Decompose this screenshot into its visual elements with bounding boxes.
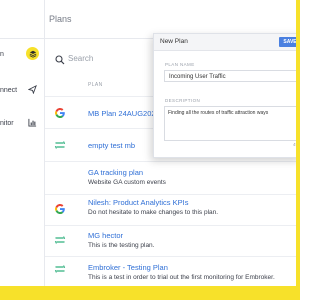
page-title: Plans bbox=[49, 14, 72, 24]
plan-description: This is a test in order to trial out the… bbox=[88, 274, 275, 281]
app-window: n nnect nitor Plans Search PLAN MB Plan … bbox=[0, 0, 300, 300]
sidebar-divider bbox=[0, 38, 44, 39]
plan-name-label: PLAN NAME bbox=[165, 62, 195, 67]
sidebar: n nnect nitor bbox=[0, 0, 45, 286]
sidebar-item-label: n bbox=[0, 51, 4, 58]
plan-description: This is the testing plan. bbox=[88, 242, 155, 249]
accent-border-right bbox=[296, 0, 300, 286]
search-icon[interactable] bbox=[55, 52, 65, 65]
plan-name[interactable]: MB Plan 24AUG2022 bbox=[88, 109, 160, 118]
send-icon bbox=[26, 83, 38, 95]
plan-name[interactable]: Embroker - Testing Plan bbox=[88, 263, 168, 272]
description-label: DESCRIPTION bbox=[165, 98, 201, 103]
table-row[interactable]: GA tracking plan Website GA custom event… bbox=[45, 162, 300, 194]
new-plan-modal: New Plan SAVE PLAN NAME Incoming User Tr… bbox=[153, 33, 300, 158]
table-row[interactable]: Nilesh: Product Analytics KPIs Do not he… bbox=[45, 195, 300, 225]
plan-column-header: PLAN bbox=[88, 82, 103, 88]
modal-header: New Plan SAVE bbox=[154, 34, 300, 51]
plan-description: Do not hesitate to make changes to this … bbox=[88, 209, 219, 216]
table-row[interactable]: MG hector This is the testing plan. bbox=[45, 226, 300, 256]
bar-chart-icon bbox=[26, 116, 38, 128]
plan-name-field[interactable]: Incoming User Traffic bbox=[164, 70, 300, 82]
google-icon bbox=[54, 107, 66, 119]
accent-border-bottom bbox=[0, 286, 300, 300]
plan-description: Website GA custom events bbox=[88, 179, 166, 186]
description-field[interactable]: Finding all the routes of traffic attrac… bbox=[164, 106, 300, 141]
plan-name[interactable]: GA tracking plan bbox=[88, 168, 143, 177]
plan-name[interactable]: Nilesh: Product Analytics KPIs bbox=[88, 198, 188, 207]
google-icon bbox=[54, 203, 66, 215]
sidebar-item-monitor[interactable]: nitor bbox=[0, 116, 44, 134]
search-input[interactable]: Search bbox=[68, 54, 93, 63]
sidebar-item-plans[interactable]: n bbox=[0, 47, 44, 65]
sidebar-item-connect[interactable]: nnect bbox=[0, 83, 44, 101]
plan-name[interactable]: MG hector bbox=[88, 231, 123, 240]
layers-icon bbox=[26, 47, 39, 60]
sidebar-item-label: nitor bbox=[0, 120, 14, 127]
segment-icon bbox=[54, 234, 66, 246]
sidebar-item-label: nnect bbox=[0, 87, 18, 94]
table-row[interactable]: Embroker - Testing Plan This is a test i… bbox=[45, 257, 300, 286]
modal-title: New Plan bbox=[160, 38, 188, 45]
segment-icon bbox=[54, 139, 66, 151]
segment-icon bbox=[54, 263, 66, 275]
plan-name[interactable]: empty test mb bbox=[88, 141, 135, 150]
